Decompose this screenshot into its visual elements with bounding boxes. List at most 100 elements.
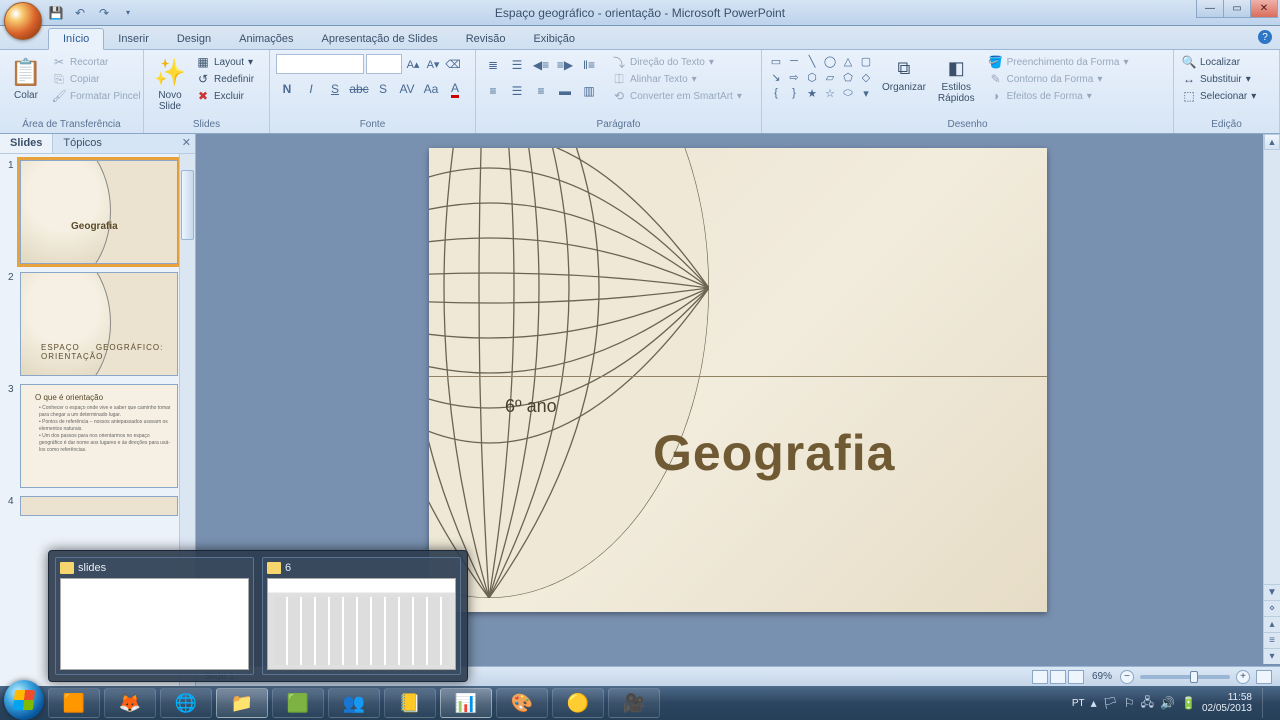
shape-fill-button[interactable]: 🪣Preenchimento da Forma ▾ <box>987 54 1131 70</box>
grow-font-button[interactable]: A▴ <box>404 55 422 73</box>
zoom-slider[interactable] <box>1140 675 1230 679</box>
show-desktop-button[interactable] <box>1262 688 1272 718</box>
slide-thumb-4[interactable] <box>20 496 178 516</box>
cut-button[interactable]: ✂Recortar <box>50 54 143 70</box>
slide-thumb-1[interactable]: Geografia <box>20 160 178 264</box>
save-icon[interactable]: 💾 <box>48 5 64 21</box>
nav-down-icon[interactable]: ▾ <box>1264 648 1280 664</box>
taskbar-chrome[interactable]: 🟡 <box>552 688 604 718</box>
align-center-button[interactable]: ☰ <box>506 80 528 102</box>
shape-outline-button[interactable]: ✎Contorno da Forma ▾ <box>987 71 1131 87</box>
delete-slide-button[interactable]: ✖Excluir <box>194 88 256 104</box>
copy-button[interactable]: ⎘Copiar <box>50 71 143 87</box>
shape-effects-button[interactable]: ◑Efeitos de Forma ▾ <box>987 88 1131 104</box>
nav-menu-icon[interactable]: ≡ <box>1264 632 1280 648</box>
italic-button[interactable]: I <box>300 78 322 100</box>
taskbar-firefox[interactable]: 🦊 <box>104 688 156 718</box>
taskbar-explorer[interactable]: 📁 <box>216 688 268 718</box>
help-icon[interactable]: ? <box>1258 30 1272 44</box>
format-painter-button[interactable]: 🖌Formatar Pincel <box>50 88 143 104</box>
panel-tab-slides[interactable]: Slides <box>0 134 53 153</box>
char-spacing-button[interactable]: AV <box>396 78 418 100</box>
redo-icon[interactable]: ↷ <box>96 5 112 21</box>
align-left-button[interactable]: ≡ <box>482 80 504 102</box>
view-slideshow-button[interactable] <box>1068 670 1084 684</box>
taskbar-recorder[interactable]: 🎥 <box>608 688 660 718</box>
font-color-button[interactable]: A <box>444 78 466 100</box>
volume-icon[interactable]: 🔊 <box>1160 696 1175 710</box>
network-icon[interactable]: 🖧 <box>1141 693 1154 714</box>
slide-thumb-3[interactable]: O que é orientação • Conhecer o espaço o… <box>20 384 178 488</box>
close-button[interactable]: ✕ <box>1250 0 1278 18</box>
taskbar-paint[interactable]: 🎨 <box>496 688 548 718</box>
slide-canvas[interactable]: 6º ano Geografia <box>429 148 1047 612</box>
taskbar-powerpoint[interactable]: 📊 <box>440 688 492 718</box>
fit-window-button[interactable] <box>1256 670 1272 684</box>
tab-design[interactable]: Design <box>163 29 225 49</box>
view-normal-button[interactable] <box>1032 670 1048 684</box>
strike-button[interactable]: abc <box>348 78 370 100</box>
align-right-button[interactable]: ≡ <box>530 80 552 102</box>
slide-thumb-2[interactable]: ESPAÇO GEOGRÁFICO:ORIENTAÇÃO <box>20 272 178 376</box>
tray-chevron-icon[interactable]: ▴ <box>1091 696 1097 710</box>
align-text-button[interactable]: ⎅Alinhar Texto ▾ <box>610 71 744 87</box>
zoom-out-button[interactable]: − <box>1120 670 1134 684</box>
qat-customize-icon[interactable]: ▾ <box>120 5 136 21</box>
quick-styles-button[interactable]: ◧ Estilos Rápidos <box>934 54 979 106</box>
font-size-input[interactable] <box>366 54 402 74</box>
battery-icon[interactable]: 🔋 <box>1181 696 1196 710</box>
convert-smartart-button[interactable]: ⟲Converter em SmartArt ▾ <box>610 88 744 104</box>
columns-button[interactable]: ▥ <box>578 80 600 102</box>
arrange-button[interactable]: ⧉ Organizar <box>878 54 930 95</box>
taskbar-ie[interactable]: 🌐 <box>160 688 212 718</box>
shape-gallery[interactable]: ▭─╲◯△▢ ↘⇨⬡▱⬠◇ {}★☆⬭▾ <box>768 54 874 100</box>
text-direction-button[interactable]: ⤵Direção do Texto ▾ <box>610 54 744 70</box>
dec-indent-button[interactable]: ◀≡ <box>530 54 552 76</box>
prev-slide-icon[interactable]: ⋄ <box>1264 600 1280 616</box>
taskbar-messenger[interactable]: 👥 <box>328 688 380 718</box>
bold-button[interactable]: N <box>276 78 298 100</box>
new-slide-button[interactable]: ✨ Novo Slide <box>150 54 190 114</box>
action-center-icon[interactable]: ⚐ <box>1124 696 1135 710</box>
panel-close-icon[interactable]: ✕ <box>182 136 191 149</box>
paste-button[interactable]: 📋 Colar <box>6 54 46 103</box>
canvas-scrollbar[interactable]: ▲ ▼ ⋄ ▴ ≡ ▾ <box>1263 134 1280 664</box>
clock[interactable]: 11:58 02/05/2013 <box>1202 692 1252 714</box>
clear-format-button[interactable]: ⌫ <box>444 55 462 73</box>
panel-tab-outline[interactable]: Tópicos <box>53 134 112 153</box>
tab-slideshow[interactable]: Apresentação de Slides <box>308 29 452 49</box>
shrink-font-button[interactable]: A▾ <box>424 55 442 73</box>
tab-view[interactable]: Exibição <box>519 29 589 49</box>
shadow-button[interactable]: S <box>372 78 394 100</box>
select-button[interactable]: ⬚Selecionar ▾ <box>1180 88 1258 104</box>
find-button[interactable]: 🔍Localizar <box>1180 54 1258 70</box>
nav-up-icon[interactable]: ▴ <box>1264 616 1280 632</box>
font-family-input[interactable] <box>276 54 364 74</box>
taskbar-notes[interactable]: 📒 <box>384 688 436 718</box>
taskbar-hao123[interactable]: 🟩 <box>272 688 324 718</box>
zoom-in-button[interactable]: + <box>1236 670 1250 684</box>
view-sorter-button[interactable] <box>1050 670 1066 684</box>
inc-indent-button[interactable]: ≡▶ <box>554 54 576 76</box>
preview-card-2[interactable]: 6 <box>262 557 461 675</box>
maximize-button[interactable]: ▭ <box>1223 0 1251 18</box>
scroll-up-icon[interactable]: ▲ <box>1264 134 1280 150</box>
scroll-down-icon[interactable]: ▼ <box>1264 584 1280 600</box>
preview-card-1[interactable]: slides <box>55 557 254 675</box>
numbering-button[interactable]: ☰ <box>506 54 528 76</box>
undo-icon[interactable]: ↶ <box>72 5 88 21</box>
flag-icon[interactable]: 🏳 <box>1103 696 1118 710</box>
tab-insert[interactable]: Inserir <box>104 29 163 49</box>
bullets-button[interactable]: ≣ <box>482 54 504 76</box>
tab-home[interactable]: Início <box>48 28 104 50</box>
underline-button[interactable]: S <box>324 78 346 100</box>
reset-button[interactable]: ↺Redefinir <box>194 71 256 87</box>
layout-button[interactable]: ▦Layout ▾ <box>194 54 256 70</box>
taskbar-wmplayer[interactable]: 🟧 <box>48 688 100 718</box>
line-spacing-button[interactable]: ‖≡ <box>578 54 600 76</box>
minimize-button[interactable]: — <box>1196 0 1224 18</box>
lang-indicator[interactable]: PT <box>1072 698 1085 709</box>
start-button[interactable] <box>4 680 44 720</box>
tab-animations[interactable]: Animações <box>225 29 307 49</box>
replace-button[interactable]: ↔Substituir ▾ <box>1180 71 1258 87</box>
